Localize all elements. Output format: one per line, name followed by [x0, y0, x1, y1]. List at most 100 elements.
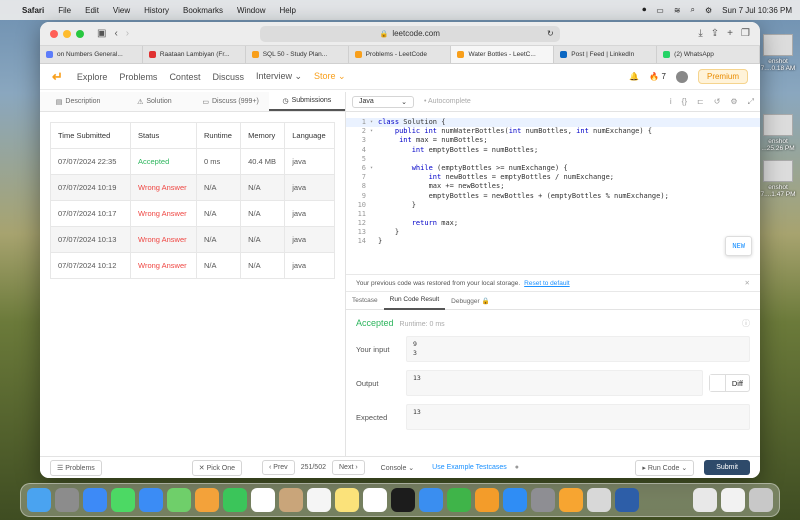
- new-button[interactable]: NEW: [725, 236, 752, 256]
- trash-icon[interactable]: [749, 488, 773, 512]
- nav-interview[interactable]: Interview ⌄: [256, 71, 302, 82]
- use-example-testcases[interactable]: Use Example Testcases: [432, 464, 507, 471]
- system-settings-icon[interactable]: [531, 488, 555, 512]
- screen-sharing-icon[interactable]: [615, 488, 639, 512]
- menu-app-name[interactable]: Safari: [22, 6, 44, 15]
- notes-icon[interactable]: [335, 488, 359, 512]
- settings-icon[interactable]: ⚙: [730, 97, 737, 107]
- safari-icon[interactable]: [83, 488, 107, 512]
- forward-icon[interactable]: ›: [126, 28, 129, 39]
- close-window-button[interactable]: [50, 29, 58, 38]
- menubar-clock[interactable]: Sun 7 Jul 10:36 PM: [722, 6, 792, 15]
- share-icon[interactable]: ⇪: [711, 28, 719, 39]
- table-row[interactable]: 07/07/2024 10:13 Wrong Answer N/A N/A ja…: [50, 226, 335, 253]
- wifi-icon[interactable]: ≋: [674, 6, 681, 15]
- calendar-icon[interactable]: [251, 488, 275, 512]
- tab-discuss[interactable]: ▭ Discuss (999+): [193, 92, 269, 111]
- facetime-icon[interactable]: [223, 488, 247, 512]
- streak-counter[interactable]: 🔥 7: [649, 72, 666, 81]
- language-select[interactable]: Java ⌄: [352, 95, 414, 108]
- preview-icon[interactable]: [587, 488, 611, 512]
- photos-icon[interactable]: [195, 488, 219, 512]
- diff-toggle[interactable]: Diff: [708, 374, 750, 392]
- nav-contest[interactable]: Contest: [169, 72, 200, 82]
- cell-status[interactable]: Wrong Answer: [130, 226, 197, 253]
- menu-edit[interactable]: Edit: [85, 6, 99, 15]
- keynote-icon[interactable]: [419, 488, 443, 512]
- fullscreen-icon[interactable]: ⤢: [748, 97, 754, 107]
- nav-problems[interactable]: Problems: [119, 72, 157, 82]
- maps-icon[interactable]: [167, 488, 191, 512]
- next-button[interactable]: Next ›: [332, 460, 365, 475]
- document-icon[interactable]: [721, 488, 745, 512]
- run-code-button[interactable]: ▸ Run Code ⌄: [635, 459, 695, 476]
- back-icon[interactable]: ‹: [114, 28, 117, 39]
- premium-button[interactable]: Premium: [697, 69, 748, 84]
- reset-to-default-link[interactable]: Reset to default: [524, 280, 570, 287]
- console-button[interactable]: Console ⌄: [381, 464, 415, 472]
- cell-status[interactable]: Wrong Answer: [130, 252, 197, 279]
- mail-icon[interactable]: [139, 488, 163, 512]
- browser-tab[interactable]: Problems - LeetCode: [349, 46, 452, 63]
- menu-file[interactable]: File: [58, 6, 71, 15]
- address-bar[interactable]: 🔒 leetcode.com ↻: [259, 25, 560, 42]
- avatar[interactable]: [675, 70, 688, 83]
- browser-tab[interactable]: on Numbers General...: [40, 46, 143, 63]
- tab-submissions[interactable]: ◷ Submissions: [268, 92, 345, 111]
- browser-tab[interactable]: Post | Feed | LinkedIn: [554, 46, 658, 63]
- cell-status[interactable]: Accepted: [130, 148, 197, 175]
- table-row[interactable]: 07/07/2024 10:19 Wrong Answer N/A N/A ja…: [50, 174, 335, 201]
- freeform-icon[interactable]: [363, 488, 387, 512]
- launchpad-icon[interactable]: [55, 488, 79, 512]
- tab-testcase[interactable]: Testcase: [346, 292, 384, 310]
- desktop-file[interactable]: enshot 7....0.18 AM: [758, 34, 798, 72]
- pages-icon[interactable]: [475, 488, 499, 512]
- browser-tab[interactable]: (2) WhatsApp: [657, 46, 760, 63]
- code-editor[interactable]: 1 ▾ class Solution { 2 ▾ public int numWate…: [346, 112, 760, 274]
- cell-status[interactable]: Wrong Answer: [130, 200, 197, 227]
- home-icon[interactable]: [559, 488, 583, 512]
- messages-icon[interactable]: [111, 488, 135, 512]
- info-icon[interactable]: i: [670, 97, 672, 107]
- pick-one-button[interactable]: ✕ Pick One: [191, 459, 243, 476]
- autocomplete-toggle[interactable]: • Autocomplete: [424, 98, 471, 105]
- table-row[interactable]: 07/07/2024 22:35 Accepted 0 ms 40.4 MB j…: [50, 148, 335, 175]
- table-row[interactable]: 07/07/2024 10:12 Wrong Answer N/A N/A ja…: [50, 252, 335, 279]
- close-icon[interactable]: ✕: [745, 279, 750, 287]
- contacts-icon[interactable]: [279, 488, 303, 512]
- nav-explore[interactable]: Explore: [77, 72, 108, 82]
- new-tab-icon[interactable]: +: [727, 28, 733, 39]
- menu-view[interactable]: View: [113, 6, 130, 15]
- record-icon[interactable]: ⏺: [642, 5, 646, 15]
- zoom-window-button[interactable]: [76, 29, 84, 38]
- help-icon[interactable]: ⓘ: [742, 318, 750, 329]
- tv-icon[interactable]: [391, 488, 415, 512]
- notification-bell-icon[interactable]: 🔔: [629, 72, 639, 81]
- problems-button[interactable]: ☰ Problems: [50, 459, 102, 476]
- document-icon[interactable]: [693, 488, 717, 512]
- tab-description[interactable]: ▤ Description: [40, 92, 116, 111]
- menu-history[interactable]: History: [144, 6, 169, 15]
- menu-help[interactable]: Help: [279, 6, 295, 15]
- desktop-file[interactable]: enshot 7....1.47 PM: [758, 160, 798, 198]
- tab-run-code-result[interactable]: Run Code Result: [383, 292, 446, 310]
- minimize-window-button[interactable]: [63, 29, 71, 38]
- sidebar-icon[interactable]: ▣: [97, 28, 106, 39]
- help-circle-icon[interactable]: ●: [515, 464, 519, 471]
- tab-solution[interactable]: ⚠ Solution: [116, 92, 192, 111]
- battery-icon[interactable]: ▭: [656, 6, 664, 15]
- prev-button[interactable]: ‹ Prev: [262, 460, 295, 475]
- finder-icon[interactable]: [27, 488, 51, 512]
- menu-window[interactable]: Window: [237, 6, 265, 15]
- menu-bookmarks[interactable]: Bookmarks: [183, 6, 223, 15]
- download-icon[interactable]: ⤓: [698, 28, 702, 39]
- nav-discuss[interactable]: Discuss: [212, 72, 244, 82]
- submit-button[interactable]: Submit: [704, 460, 750, 475]
- cell-status[interactable]: Wrong Answer: [130, 174, 197, 201]
- reminders-icon[interactable]: [307, 488, 331, 512]
- desktop-file[interactable]: enshot ...25.26 PM: [758, 114, 798, 152]
- numbers-icon[interactable]: [447, 488, 471, 512]
- browser-tab[interactable]: SQL 50 - Study Plan...: [246, 46, 349, 63]
- leetcode-logo-icon[interactable]: ↵: [52, 69, 63, 85]
- nav-store[interactable]: Store ⌄: [314, 71, 346, 82]
